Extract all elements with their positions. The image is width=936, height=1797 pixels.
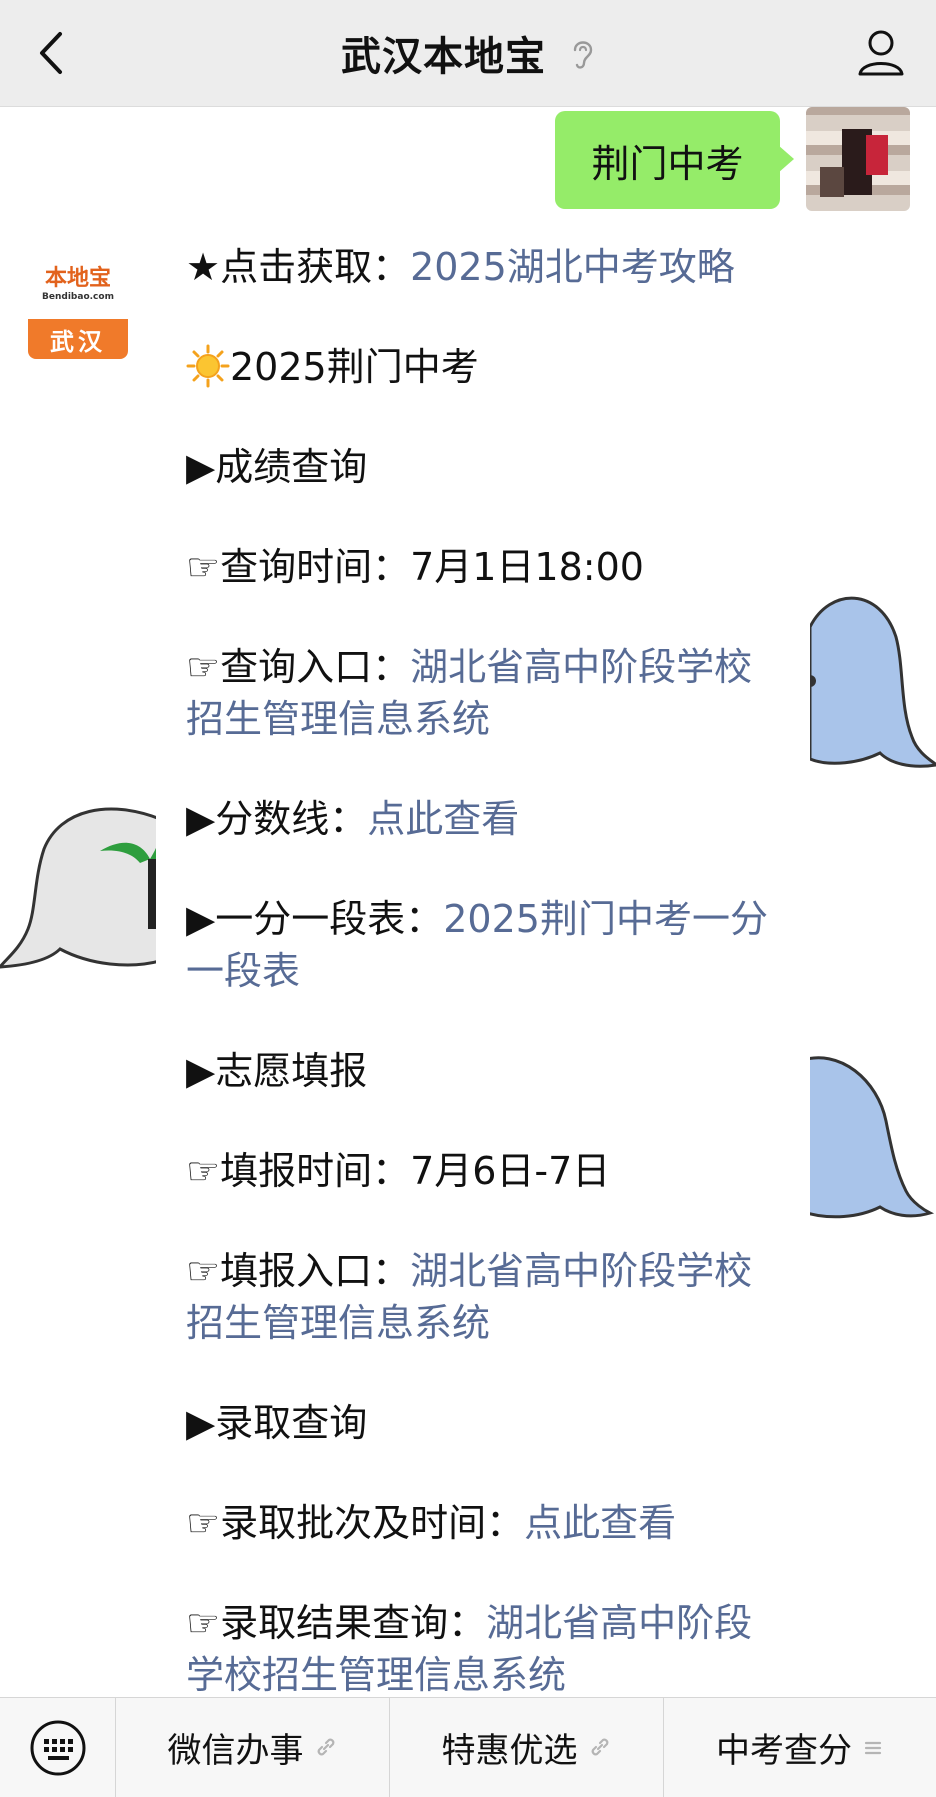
message-line: ▶成绩查询 xyxy=(186,441,786,493)
message-line: ★点击获取：2025湖北中考攻略 xyxy=(186,241,786,293)
line-text: ☞录取结果查询： xyxy=(186,1601,487,1645)
user-avatar[interactable] xyxy=(806,107,910,211)
sent-message-bubble[interactable]: 荆门中考 xyxy=(555,111,794,209)
message-line: ▶一分一段表：2025荆门中考一分一段表 xyxy=(186,893,786,997)
line-text: 2025荆门中考 xyxy=(230,345,479,389)
message-line: 2025荆门中考 xyxy=(186,341,786,393)
avatar-logo-site: Bendibao.com xyxy=(42,292,114,302)
top-bar: 武汉本地宝 xyxy=(0,0,936,107)
line-text: ▶成绩查询 xyxy=(186,445,368,489)
message-line: ▶录取查询 xyxy=(186,1397,786,1449)
message-line: ▶志愿填报 xyxy=(186,1045,786,1097)
line-text: ▶志愿填报 xyxy=(186,1049,368,1093)
menu-item-label: 中考查分 xyxy=(716,1731,852,1771)
line-text: ☞录取批次及时间： xyxy=(186,1501,525,1545)
menu-item-label: 微信办事 xyxy=(167,1731,304,1771)
ghost-sticker-right-top xyxy=(804,596,936,768)
message-line: ☞填报时间：7月6日-7日 xyxy=(186,1145,786,1197)
line-text: ☞填报入口： xyxy=(186,1249,411,1293)
line-text: ☞填报时间：7月6日-7日 xyxy=(186,1149,611,1193)
ghost-sticker-right-bottom xyxy=(800,1056,935,1219)
message-line: ☞查询入口：湖北省高中阶段学校招生管理信息系统 xyxy=(186,641,786,745)
keyboard-icon xyxy=(30,1720,85,1775)
message-line: ▶分数线：点此查看 xyxy=(186,793,786,845)
sun-icon xyxy=(186,344,230,388)
menu-item-label: 特惠优选 xyxy=(441,1731,578,1771)
line-text: ★点击获取： xyxy=(186,245,411,289)
menu-item-wechat-services[interactable]: 微信办事 xyxy=(116,1698,390,1797)
strategy-link[interactable]: 2025湖北中考攻略 xyxy=(410,245,735,289)
admission-batch-link[interactable]: 点此查看 xyxy=(524,1501,676,1545)
line-text: ☞查询入口： xyxy=(186,645,411,689)
avatar-city: 武汉 xyxy=(28,319,128,359)
line-text: ▶录取查询 xyxy=(186,1401,368,1445)
ghost-sticker-left xyxy=(0,807,160,969)
menu-item-deals[interactable]: 特惠优选 xyxy=(390,1698,664,1797)
chat-area[interactable]: 荆门中考 本地宝 Bendibao.com 武汉 ★点击获取：2025湖北中考攻… xyxy=(0,107,936,1697)
message-line: ☞录取结果查询：湖北省高中阶段学校招生管理信息系统 xyxy=(186,1597,786,1697)
menu-item-exam-scores[interactable]: 中考查分 xyxy=(664,1698,936,1797)
keyboard-button[interactable] xyxy=(0,1698,116,1797)
link-icon xyxy=(588,1728,612,1768)
chat-title-wrap: 武汉本地宝 xyxy=(0,24,936,82)
account-avatar[interactable]: 本地宝 Bendibao.com 武汉 xyxy=(28,259,128,359)
line-text: ▶分数线： xyxy=(186,797,368,841)
chat-title: 武汉本地宝 xyxy=(341,34,547,80)
line-text: ☞查询时间：7月1日18:00 xyxy=(186,545,644,589)
profile-button[interactable] xyxy=(852,24,910,82)
message-line: ☞录取批次及时间：点此查看 xyxy=(186,1497,786,1549)
menu-lines-icon xyxy=(862,1728,884,1768)
bottom-menu: 微信办事 特惠优选 中考查分 xyxy=(0,1697,936,1797)
score-line-link[interactable]: 点此查看 xyxy=(367,797,519,841)
received-message-bubble: ★点击获取：2025湖北中考攻略 2025荆门中考 ▶成绩查询 ☞查询时间：7月… xyxy=(156,217,810,1697)
avatar-logo-text: 本地宝 xyxy=(44,266,111,291)
link-icon xyxy=(314,1728,338,1768)
ear-icon xyxy=(569,36,595,82)
message-line: ☞填报入口：湖北省高中阶段学校招生管理信息系统 xyxy=(186,1245,786,1349)
message-line: ☞查询时间：7月1日18:00 xyxy=(186,541,786,593)
person-icon xyxy=(858,30,904,76)
line-text: ▶一分一段表： xyxy=(186,897,444,941)
